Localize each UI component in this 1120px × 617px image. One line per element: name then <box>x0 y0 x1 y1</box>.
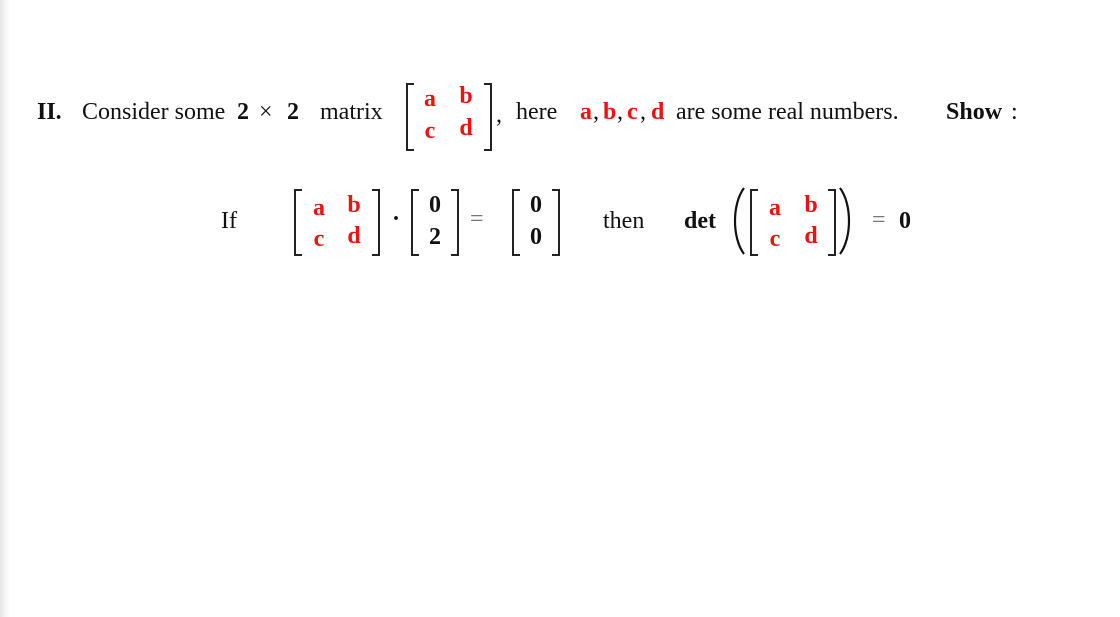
separator: , <box>593 99 599 125</box>
result-value: 0 <box>899 208 911 234</box>
variable-d: d <box>651 99 665 125</box>
right-paren <box>839 187 850 255</box>
show-colon: : <box>1011 99 1018 125</box>
size-left: 2 <box>237 99 249 125</box>
matrix-entry-a: a <box>769 195 781 221</box>
comma: , <box>496 102 502 128</box>
vector-entry: 2 <box>429 224 441 250</box>
left-bracket <box>406 83 414 151</box>
right-bracket <box>484 83 492 151</box>
matrix-entry-c: c <box>769 226 781 252</box>
right-bracket <box>451 189 459 256</box>
matrix-entry-a: a <box>313 195 325 221</box>
equals-sign: = <box>470 206 484 232</box>
left-bracket <box>411 189 419 256</box>
left-paren <box>734 187 745 255</box>
then-word: then <box>603 208 645 234</box>
size-right: 2 <box>287 99 299 125</box>
matrix-entry-a: a <box>424 86 436 112</box>
separator: , <box>617 99 623 125</box>
variable-c: c <box>627 99 638 125</box>
right-bracket <box>828 189 836 256</box>
right-bracket <box>552 189 560 256</box>
matrix-entry-b: b <box>804 192 818 218</box>
result-equals-sign: = <box>872 207 886 233</box>
matrix-entry-b: b <box>459 83 473 109</box>
show-label: Show <box>946 99 1003 125</box>
here-word: here <box>516 99 558 125</box>
right-bracket <box>372 189 380 256</box>
left-bracket <box>512 189 520 256</box>
separator: , <box>640 99 646 125</box>
matrix-entry-b: b <box>347 192 361 218</box>
vector-entry: 0 <box>429 192 441 218</box>
rest-text: are some real numbers. <box>676 99 899 125</box>
page-edge-shadow <box>0 0 9 617</box>
vector-entry: 0 <box>530 192 542 218</box>
dot-operator: · <box>392 206 401 232</box>
problem-number: II. <box>37 99 62 125</box>
variable-b: b <box>603 99 617 125</box>
matrix-word: matrix <box>320 99 383 125</box>
det-word: det <box>684 208 716 234</box>
variable-a: a <box>580 99 592 125</box>
times-sign: × <box>259 99 273 125</box>
matrix-entry-d: d <box>459 115 473 141</box>
matrix-entry-d: d <box>804 223 818 249</box>
matrix-entry-c: c <box>313 226 325 252</box>
matrix-entry-d: d <box>347 223 361 249</box>
vector-entry: 0 <box>530 224 542 250</box>
matrix-entry-c: c <box>424 118 436 144</box>
left-bracket <box>294 189 302 256</box>
intro-text: Consider some <box>82 99 226 125</box>
if-word: If <box>221 208 237 234</box>
left-bracket <box>750 189 758 256</box>
